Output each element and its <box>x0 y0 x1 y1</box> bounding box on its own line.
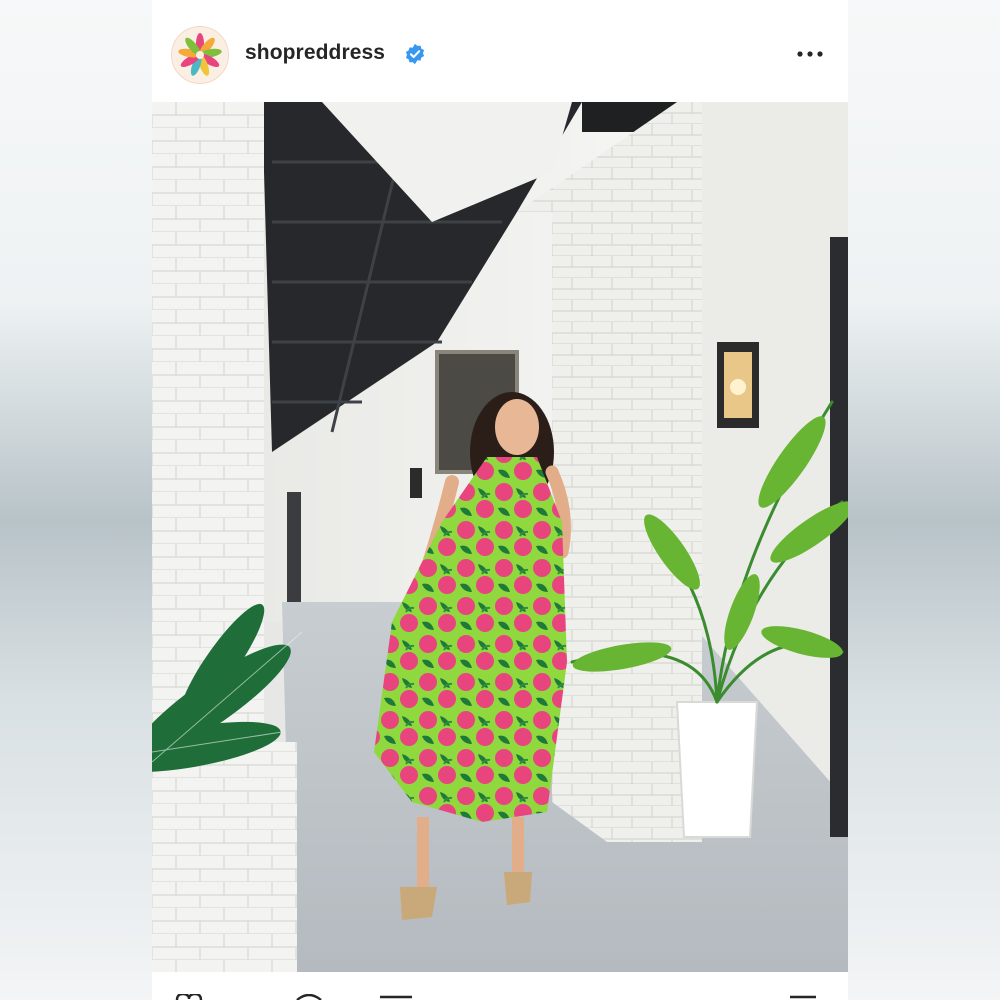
share-icon[interactable] <box>378 994 414 1000</box>
post-photo[interactable] <box>152 102 848 972</box>
username[interactable]: shopreddress <box>245 41 385 65</box>
background-blur-left <box>0 0 152 1000</box>
profile-avatar[interactable] <box>171 26 229 84</box>
background-blur-right <box>848 0 1000 1000</box>
bookmark-icon[interactable] <box>788 994 818 1000</box>
photo-illustration <box>152 102 848 972</box>
post-header: shopreddress <box>152 0 848 102</box>
heart-icon[interactable] <box>174 994 204 1000</box>
comment-icon[interactable] <box>294 994 324 1000</box>
flower-logo-icon <box>172 27 228 83</box>
more-options-icon[interactable] <box>792 40 828 68</box>
verified-badge-icon <box>404 43 426 65</box>
instagram-post: shopreddress <box>152 0 848 1000</box>
post-action-bar <box>152 972 848 1000</box>
